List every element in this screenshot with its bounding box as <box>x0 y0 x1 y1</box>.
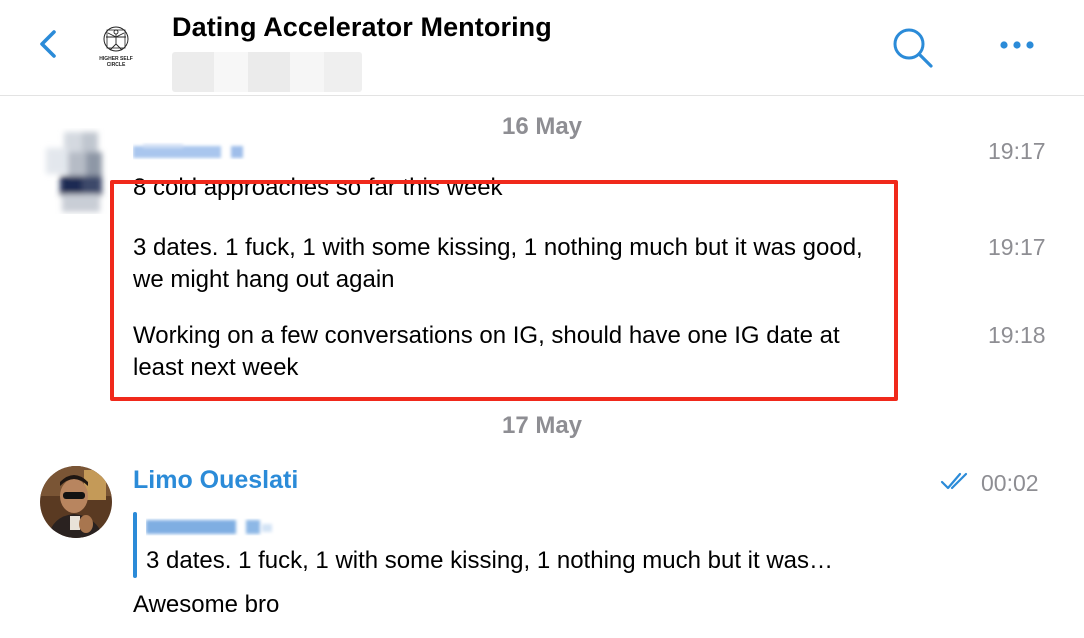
message-time: 19:18 <box>988 322 1046 348</box>
highlight-annotation-box <box>110 180 898 401</box>
more-options-button[interactable] <box>994 30 1042 60</box>
message-text: Awesome bro <box>133 591 280 618</box>
quoted-message-text[interactable]: 3 dates. 1 fuck, 1 with some kissing, 1 … <box>146 547 833 575</box>
message-time: 19:17 <box>988 138 1046 164</box>
message-time: 19:17 <box>988 234 1046 260</box>
date-separator: 17 May <box>501 412 583 439</box>
chat-header: HIGHER SELF CIRCLE Dating Accelerator Me… <box>0 0 1084 96</box>
read-double-check-icon <box>940 470 972 492</box>
avatar-blurred[interactable] <box>40 128 112 214</box>
sender-name[interactable]: Limo Oueslati <box>133 466 298 495</box>
more-horizontal-icon <box>1000 41 1034 49</box>
search-icon <box>893 28 933 68</box>
svg-text:CIRCLE: CIRCLE <box>107 62 126 68</box>
reply-quote-bar[interactable] <box>133 512 137 578</box>
search-button[interactable] <box>888 24 936 72</box>
avatar[interactable] <box>40 466 112 538</box>
message-time: 00:02 <box>981 470 1039 496</box>
date-separator: 16 May <box>501 113 583 140</box>
back-button[interactable] <box>28 22 68 66</box>
sender-name-blurred[interactable] <box>133 138 259 162</box>
channel-subtitle-blurred <box>172 52 362 92</box>
chevron-left-icon <box>40 30 56 58</box>
quoted-author-blurred[interactable] <box>146 514 278 540</box>
channel-title[interactable]: Dating Accelerator Mentoring <box>172 12 552 43</box>
channel-logo[interactable]: HIGHER SELF CIRCLE <box>94 22 138 70</box>
